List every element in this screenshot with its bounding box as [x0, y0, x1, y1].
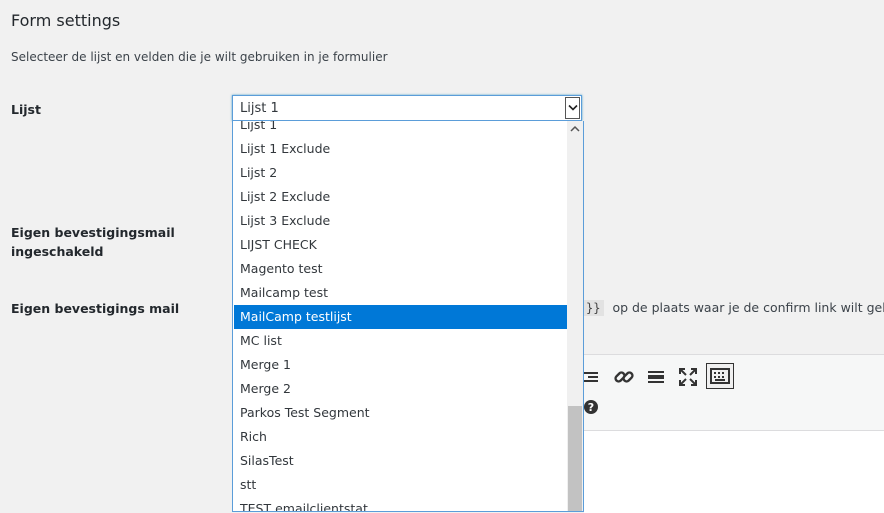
- chevron-down-icon[interactable]: [565, 97, 580, 119]
- fullscreen-icon[interactable]: [676, 365, 700, 389]
- confirm-enabled-label-line1: Eigen bevestigingsmail: [11, 225, 175, 240]
- confirm-link-hint-text: op de plaats waar je de confirm link wil…: [612, 300, 884, 315]
- list-select-value: Lijst 1: [240, 101, 279, 116]
- list-option[interactable]: stt: [234, 473, 568, 497]
- scrollbar-thumb[interactable]: [568, 406, 582, 511]
- list-option[interactable]: Merge 1: [234, 353, 568, 377]
- list-option[interactable]: Mailcamp test: [234, 281, 568, 305]
- scroll-up-icon[interactable]: [567, 121, 583, 137]
- list-option[interactable]: Lijst 3 Exclude: [234, 209, 568, 233]
- list-option[interactable]: SilasTest: [234, 449, 568, 473]
- editor-content-area[interactable]: [584, 430, 884, 513]
- page-title: Form settings: [11, 11, 121, 30]
- link-icon[interactable]: [612, 365, 636, 389]
- list-option[interactable]: Lijst 2 Exclude: [234, 185, 568, 209]
- confirm-link-hint: }} op de plaats waar je de confirm link …: [582, 300, 884, 316]
- list-option[interactable]: MC list: [234, 329, 568, 353]
- confirm-enabled-label-line2: ingeschakeld: [11, 244, 104, 259]
- help-icon[interactable]: ?: [584, 399, 608, 423]
- confirm-enabled-label: Eigen bevestigingsmail ingeschakeld: [11, 223, 175, 261]
- list-option[interactable]: Parkos Test Segment: [234, 401, 568, 425]
- list-option[interactable]: Lijst 1 Exclude: [234, 137, 568, 161]
- page-description: Selecteer de lijst en velden die je wilt…: [11, 50, 388, 64]
- list-label: Lijst: [11, 102, 41, 117]
- confirm-link-code: }}: [582, 300, 605, 316]
- list-select[interactable]: Lijst 1: [232, 95, 582, 121]
- list-option[interactable]: MailCamp testlijst: [234, 305, 568, 329]
- list-select-dropdown: Lijst 1 Lijst 1 Exclude Lijst 2 Lijst 2 Exc…: [232, 121, 584, 512]
- list-option[interactable]: Lijst 2: [234, 161, 568, 185]
- confirm-mail-label: Eigen bevestigings mail: [11, 301, 180, 316]
- list-option[interactable]: Rich: [234, 425, 568, 449]
- list-option[interactable]: TEST emailclientstat: [234, 497, 568, 511]
- list-option[interactable]: Merge 2: [234, 377, 568, 401]
- list-option[interactable]: Magento test: [234, 257, 568, 281]
- list-option[interactable]: LIJST CHECK: [234, 233, 568, 257]
- keyboard-icon[interactable]: [706, 363, 734, 389]
- list-icon[interactable]: [584, 365, 608, 389]
- horizontal-rule-icon[interactable]: [644, 365, 668, 389]
- svg-text:?: ?: [588, 401, 594, 414]
- list-option[interactable]: Lijst 1: [234, 121, 568, 137]
- dropdown-scrollbar[interactable]: [567, 121, 583, 511]
